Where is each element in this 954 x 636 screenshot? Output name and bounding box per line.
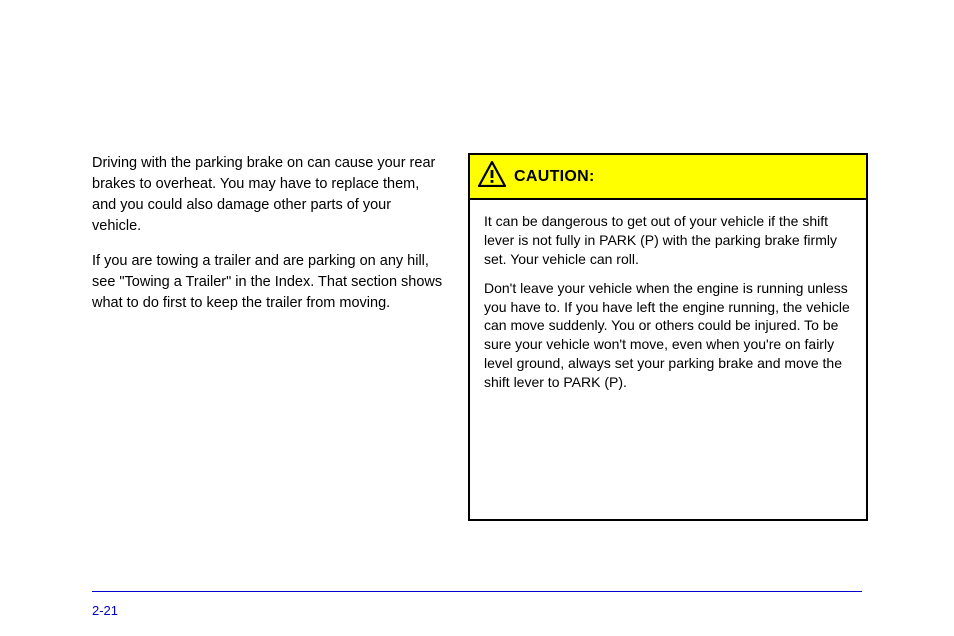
- caution-box: CAUTION: It can be dangerous to get out …: [468, 153, 868, 521]
- footer-rule: [92, 591, 862, 592]
- warning-triangle-icon: [478, 161, 506, 192]
- page-footer: 2-21: [92, 603, 862, 618]
- manual-page: Driving with the parking brake on can ca…: [0, 0, 954, 636]
- caution-paragraph-1: It can be dangerous to get out of your v…: [484, 212, 852, 269]
- page-number-left: 2-21: [92, 603, 118, 618]
- left-column-text: Driving with the parking brake on can ca…: [92, 153, 444, 314]
- caution-header: CAUTION:: [470, 155, 866, 200]
- caution-paragraph-2: Don't leave your vehicle when the engine…: [484, 279, 852, 392]
- left-paragraph-1: Driving with the parking brake on can ca…: [92, 153, 444, 237]
- left-paragraph-2: If you are towing a trailer and are park…: [92, 251, 444, 314]
- caution-title: CAUTION:: [514, 168, 595, 186]
- caution-body: It can be dangerous to get out of your v…: [470, 200, 866, 404]
